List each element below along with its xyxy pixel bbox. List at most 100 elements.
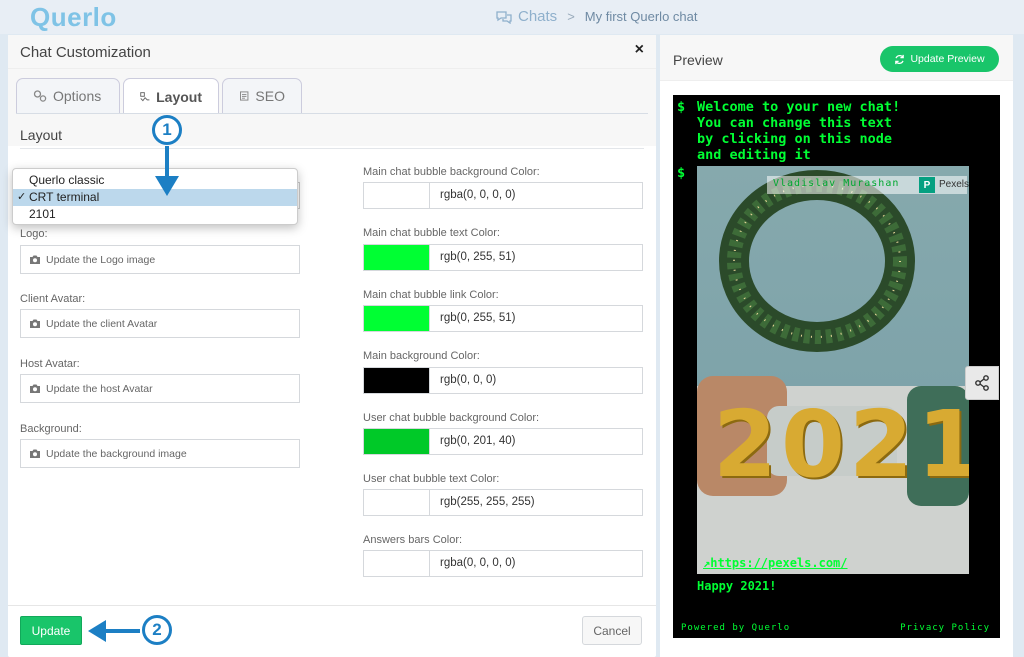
color-value: rgb(0, 201, 40) [440,435,516,447]
powered-by-link[interactable]: Powered by Querlo [681,623,790,633]
tab-seo[interactable]: SEO [222,78,302,113]
color-field-main-bubble-bg[interactable]: rgba(0, 0, 0, 0) [363,182,643,209]
camera-icon [30,255,40,264]
camera-icon [30,384,40,393]
wreath-photo-illustration [697,170,969,574]
tab-seo-label: SEO [255,88,285,104]
theme-option-2101[interactable]: 2101 [13,206,297,223]
logo-label: Logo: [20,228,48,240]
client-avatar-label: Client Avatar: [20,293,86,305]
balloon-2021-text: 2021 [713,391,969,498]
crt-terminal-screen: $ Welcome to your new chat! You can chan… [673,95,1000,638]
step-1-badge: 1 [152,115,182,145]
color-field-main-bubble-text[interactable]: rgb(0, 255, 51) [363,244,643,271]
cancel-button[interactable]: Cancel [582,616,642,645]
color-label: Answers bars Color: [363,534,463,546]
welcome-line: You can change this text [697,115,893,131]
color-value: rgb(0, 255, 51) [440,312,516,324]
color-value: rgba(0, 0, 0, 0) [440,189,516,201]
chat-bubbles-icon [496,10,512,24]
christmas-wreath-photo: 2021 Vladislav Murashan P Pexels [697,166,969,574]
update-host-avatar-label: Update the host Avatar [46,382,153,395]
tabs-area: Options Layout SEO [8,69,656,146]
color-field-answers-bars[interactable]: rgba(0, 0, 0, 0) [363,550,643,577]
chat-customization-modal: Chat Customization × Options Layout SEO … [8,35,656,657]
section-divider [20,148,644,149]
options-icon [33,90,47,102]
color-swatch[interactable] [364,306,430,331]
preview-header: Preview Update Preview [660,35,1013,81]
color-swatch[interactable] [364,429,430,454]
color-label: Main chat bubble text Color: [363,227,500,239]
color-swatch[interactable] [364,490,430,515]
theme-option-label: CRT terminal [29,190,100,204]
tab-options-label: Options [53,88,102,104]
terminal-prompt: $ [677,165,686,181]
share-button[interactable] [965,366,999,400]
color-field-user-bubble-bg[interactable]: rgb(0, 201, 40) [363,428,643,455]
color-value: rgba(0, 0, 0, 0) [440,557,516,569]
terminal-prompt: $ [677,99,686,115]
breadcrumb-current: My first Querlo chat [584,9,698,24]
update-preview-button[interactable]: Update Preview [880,46,999,72]
update-preview-label: Update Preview [910,53,985,65]
color-field-main-background[interactable]: rgb(0, 0, 0) [363,367,643,394]
breadcrumb-chats-link[interactable]: Chats [518,8,557,25]
modal-header: Chat Customization × [8,35,656,69]
pexels-logo: P [919,177,935,193]
color-label: Main chat bubble link Color: [363,289,499,301]
image-link-text: https://pexels.com/ [710,556,848,570]
breadcrumb: Chats > My first Querlo chat [496,8,697,25]
top-app-bar: Querlo Chats > My first Querlo chat [0,0,1024,34]
update-logo-button[interactable]: Update the Logo image [20,245,300,274]
update-background-button[interactable]: Update the background image [20,439,300,468]
color-label: User chat bubble background Color: [363,412,540,424]
preview-panel: Preview Update Preview $ Welcome to your… [660,35,1013,657]
color-field-main-bubble-link[interactable]: rgb(0, 255, 51) [363,305,643,332]
seo-icon [240,91,249,101]
update-host-avatar-button[interactable]: Update the host Avatar [20,374,300,403]
update-client-avatar-label: Update the client Avatar [46,317,158,330]
color-swatch[interactable] [364,245,430,270]
privacy-policy-link[interactable]: Privacy Policy [900,623,990,633]
camera-icon [30,449,40,458]
tab-options[interactable]: Options [16,78,120,113]
color-swatch[interactable] [364,183,430,208]
update-client-avatar-button[interactable]: Update the client Avatar [20,309,300,338]
color-field-user-bubble-text[interactable]: rgb(255, 255, 255) [363,489,643,516]
step-2-badge: 2 [142,615,172,645]
share-icon [975,375,989,391]
color-label: Main background Color: [363,350,480,362]
host-avatar-label: Host Avatar: [20,358,80,370]
refresh-icon [895,54,905,64]
arrow-left-icon [88,620,140,642]
color-label: Main chat bubble background Color: [363,166,540,178]
pexels-label: Pexels [939,179,969,190]
querlo-logo[interactable]: Querlo [30,2,117,33]
image-link[interactable]: ↗https://pexels.com/ [703,556,848,570]
modal-title: Chat Customization [20,44,151,61]
color-value: rgb(255, 255, 255) [440,496,535,508]
close-button[interactable]: × [635,41,644,59]
color-swatch[interactable] [364,368,430,393]
tab-layout-label: Layout [156,88,202,105]
welcome-line: Welcome to your new chat! [697,99,901,115]
image-credit-bar: Vladislav Murashan P Pexels [767,176,969,194]
checkmark-icon: ✓ [17,191,27,203]
camera-icon [30,319,40,328]
layout-icon [140,91,150,101]
welcome-line: by clicking on this node [697,131,893,147]
color-value: rgb(0, 0, 0) [440,374,497,386]
color-swatch[interactable] [364,551,430,576]
tab-layout[interactable]: Layout [123,78,219,114]
update-button[interactable]: Update [20,616,82,645]
update-background-label: Update the background image [46,447,187,460]
color-label: User chat bubble text Color: [363,473,500,485]
color-value: rgb(0, 255, 51) [440,251,516,263]
chat-message: Happy 2021! [697,579,777,593]
section-title: Layout [20,127,63,143]
welcome-line: and editing it [697,147,811,163]
tabs-divider [16,113,648,114]
image-credit: Vladislav Murashan [773,178,900,189]
background-label: Background: [20,423,82,435]
